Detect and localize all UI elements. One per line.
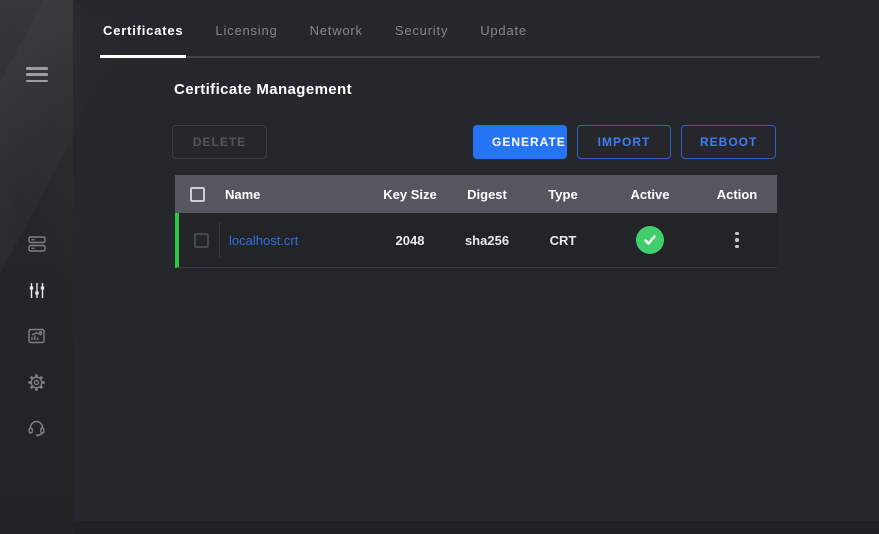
table-header: Name Key Size Digest Type Active Action — [175, 175, 777, 213]
column-header-action: Action — [697, 187, 777, 202]
type-cell: CRT — [523, 233, 603, 248]
select-all-cell — [175, 187, 222, 202]
headset-icon[interactable] — [27, 420, 47, 436]
active-check-icon — [636, 226, 664, 254]
column-header-key-size: Key Size — [369, 187, 451, 202]
menu-icon[interactable] — [26, 67, 48, 82]
key-size-cell: 2048 — [369, 233, 451, 248]
gear-icon[interactable] — [27, 374, 47, 390]
delete-button[interactable]: DELETE — [172, 125, 267, 159]
footer-strip — [73, 521, 879, 534]
select-all-checkbox[interactable] — [190, 187, 205, 202]
server-icon[interactable] — [27, 236, 47, 252]
analytics-icon[interactable] — [27, 328, 47, 344]
sidebar-nav — [0, 236, 73, 436]
kebab-menu-icon[interactable] — [731, 228, 743, 253]
column-header-active: Active — [603, 187, 697, 202]
digest-cell: sha256 — [451, 233, 523, 248]
generate-button[interactable]: GENERATE — [473, 125, 567, 159]
tab-update[interactable]: Update — [477, 23, 530, 56]
tab-certificates[interactable]: Certificates — [100, 23, 186, 56]
active-cell — [603, 226, 697, 254]
row-select-cell — [179, 233, 222, 248]
toolbar: DELETE GENERATE IMPORT REBOOT — [172, 125, 776, 159]
tab-licensing[interactable]: Licensing — [212, 23, 280, 56]
certificate-link[interactable]: localhost.crt — [229, 233, 298, 248]
action-cell — [697, 228, 777, 253]
sliders-icon[interactable] — [27, 282, 47, 298]
table-row: localhost.crt 2048 sha256 CRT — [175, 213, 777, 268]
tab-security[interactable]: Security — [392, 23, 451, 56]
import-button[interactable]: IMPORT — [577, 125, 671, 159]
column-header-type: Type — [523, 187, 603, 202]
column-header-name: Name — [222, 187, 369, 202]
sidebar — [0, 0, 73, 534]
column-header-digest: Digest — [451, 187, 523, 202]
row-checkbox[interactable] — [194, 233, 209, 248]
reboot-button[interactable]: REBOOT — [681, 125, 776, 159]
main-content: Certificates Licensing Network Security … — [73, 0, 879, 534]
certificate-name-cell: localhost.crt — [222, 233, 369, 248]
certificates-table: Name Key Size Digest Type Active Action … — [175, 175, 777, 268]
page-title: Certificate Management — [174, 81, 352, 98]
tab-network[interactable]: Network — [307, 23, 366, 56]
tab-bar: Certificates Licensing Network Security … — [100, 0, 820, 58]
